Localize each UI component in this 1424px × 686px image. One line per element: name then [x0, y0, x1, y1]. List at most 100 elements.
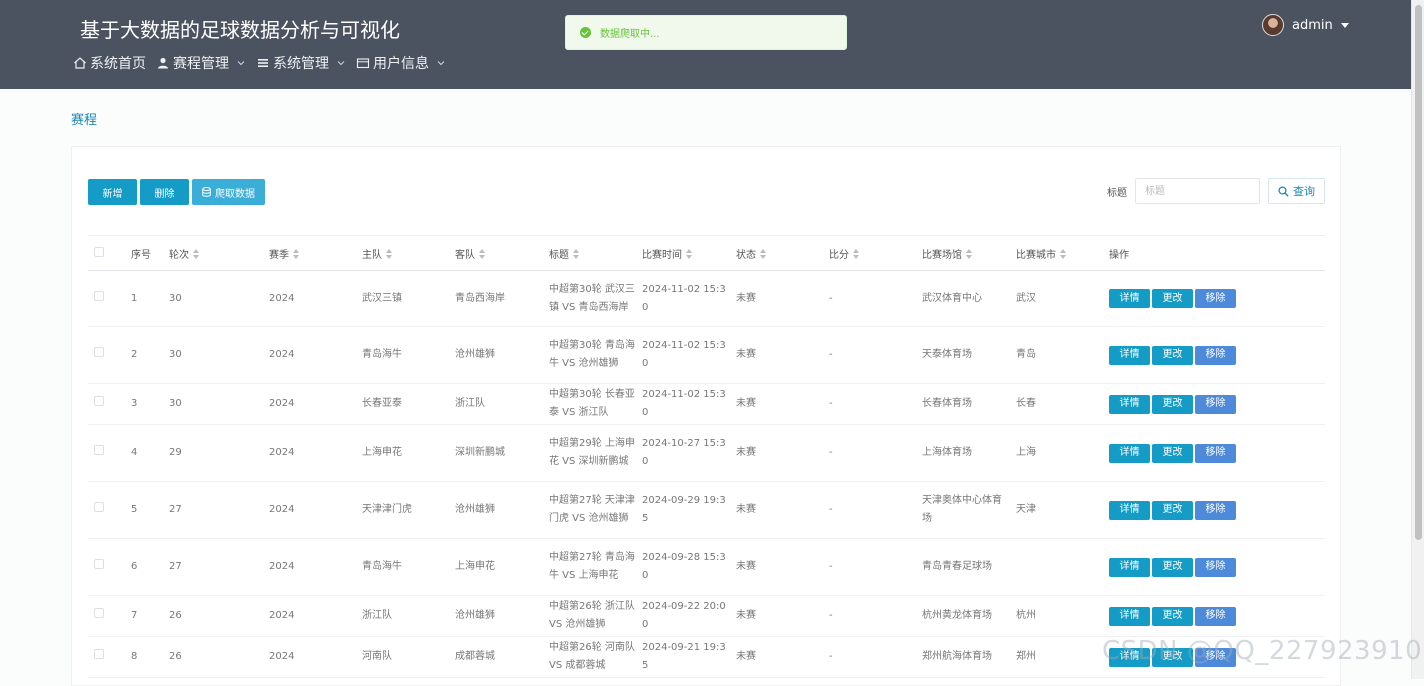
col-header-season[interactable]: 赛季 [269, 236, 362, 271]
nav-home-label: 系统首页 [90, 56, 146, 72]
col-header-time[interactable]: 比赛时间 [642, 236, 736, 271]
sort-icon[interactable] [966, 248, 973, 259]
cell-venue: 青岛青春足球场 [922, 538, 1016, 596]
table-row[interactable]: 2 30 2024 青岛海牛 沧州雄狮 中超第30轮 青岛海牛 VS 沧州雄狮 2024-1… [88, 326, 1325, 384]
cell-title: 中超第27轮 天津津门虎 VS 沧州雄狮 [549, 481, 642, 539]
remove-button[interactable]: 移除 [1195, 289, 1236, 308]
chevron-down-icon [237, 61, 245, 66]
table-row[interactable]: 4 29 2024 上海申花 深圳新鹏城 中超第29轮 上海申花 VS 深圳新鹏城 2024… [88, 424, 1325, 482]
col-header-venue[interactable]: 比赛场馆 [922, 236, 1016, 271]
select-all-checkbox[interactable] [94, 246, 104, 257]
edit-button[interactable]: 更改 [1152, 345, 1193, 365]
col-header-score[interactable]: 比分 [829, 236, 922, 271]
delete-button[interactable]: 删除 [140, 179, 189, 205]
success-check-icon [580, 27, 591, 38]
row-checkbox[interactable] [94, 290, 104, 301]
edit-button[interactable]: 更改 [1152, 606, 1193, 626]
col-header-city[interactable]: 比赛城市 [1016, 236, 1109, 271]
table-row[interactable]: 5 27 2024 天津津门虎 沧州雄狮 中超第27轮 天津津门虎 VS 沧州雄狮 2024… [88, 481, 1325, 539]
cell-status: 未赛 [736, 383, 829, 425]
remove-button[interactable]: 移除 [1195, 394, 1236, 414]
crawl-data-button[interactable]: 爬取数据 [192, 179, 265, 205]
sort-icon[interactable] [386, 248, 393, 259]
sort-icon[interactable] [760, 248, 767, 259]
edit-button[interactable]: 更改 [1152, 394, 1193, 414]
schedule-table: 序号 轮次 赛季 主队 客队 标题 比赛时间 状态 比分 比赛场馆 比赛城市 操… [88, 235, 1325, 678]
detail-button[interactable]: 详情 [1109, 443, 1150, 463]
row-checkbox[interactable] [94, 608, 104, 618]
row-checkbox[interactable] [94, 347, 104, 357]
sort-icon[interactable] [293, 248, 300, 259]
cell-title: 中超第26轮 河南队 VS 成都蓉城 [549, 636, 642, 678]
edit-button[interactable]: 更改 [1152, 500, 1193, 520]
title-search-input[interactable] [1135, 178, 1260, 204]
sort-icon[interactable] [1060, 248, 1067, 259]
detail-button[interactable]: 详情 [1109, 345, 1150, 365]
cell-no: 6 [131, 538, 169, 596]
detail-button[interactable]: 详情 [1109, 500, 1150, 520]
remove-button[interactable]: 移除 [1195, 443, 1236, 463]
user-menu[interactable]: admin [1262, 14, 1349, 36]
nav-schedule[interactable]: 赛程管理 [156, 53, 246, 73]
remove-button[interactable]: 移除 [1195, 345, 1236, 365]
nav-userinfo[interactable]: 用户信息 [356, 53, 446, 73]
detail-button[interactable]: 详情 [1109, 289, 1150, 308]
watermark: CSDN @QQ_2279239102 [1102, 636, 1424, 666]
cell-actions: 详情 更改 移除 [1109, 481, 1325, 539]
edit-button[interactable]: 更改 [1152, 443, 1193, 463]
cell-venue: 武汉体育中心 [922, 270, 1016, 327]
page-scrollbar[interactable] [1411, 0, 1424, 679]
search-button[interactable]: 查询 [1268, 178, 1325, 204]
cell-time: 2024-09-21 19:35 [642, 636, 736, 678]
breadcrumb[interactable]: 赛程 [71, 109, 97, 128]
add-button[interactable]: 新增 [88, 179, 137, 205]
table-row[interactable]: 7 26 2024 浙江队 沧州雄狮 中超第26轮 浙江队 VS 沧州雄狮 2024-09-… [88, 595, 1325, 637]
sort-icon[interactable] [479, 248, 486, 259]
sort-icon[interactable] [193, 248, 200, 259]
detail-button[interactable]: 详情 [1109, 557, 1150, 577]
row-select-cell [88, 424, 131, 482]
detail-button[interactable]: 详情 [1109, 606, 1150, 626]
col-header-status[interactable]: 状态 [736, 236, 829, 271]
table-row[interactable]: 3 30 2024 长春亚泰 浙江队 中超第30轮 长春亚泰 VS 浙江队 2024-11-… [88, 383, 1325, 425]
remove-button[interactable]: 移除 [1195, 557, 1236, 577]
row-checkbox[interactable] [94, 649, 104, 659]
remove-button[interactable]: 移除 [1195, 606, 1236, 626]
edit-button[interactable]: 更改 [1152, 557, 1193, 577]
col-header-home[interactable]: 主队 [362, 236, 455, 271]
nav-userinfo-label: 用户信息 [373, 56, 429, 72]
row-checkbox[interactable] [94, 502, 104, 512]
cell-score: - [829, 383, 922, 425]
cell-time: 2024-11-02 15:30 [642, 270, 736, 327]
sort-icon[interactable] [853, 248, 860, 259]
cell-time: 2024-09-29 19:35 [642, 481, 736, 539]
detail-button[interactable]: 详情 [1109, 394, 1150, 414]
row-checkbox[interactable] [94, 559, 104, 569]
row-checkbox[interactable] [94, 445, 104, 455]
cell-status: 未赛 [736, 326, 829, 384]
row-checkbox[interactable] [94, 396, 104, 406]
list-icon [258, 59, 268, 67]
table-row[interactable]: 1 30 2024 武汉三镇 青岛西海岸 中超第30轮 武汉三镇 VS 青岛西海岸 2024… [88, 270, 1325, 327]
col-header-away[interactable]: 客队 [455, 236, 549, 271]
cell-away: 青岛西海岸 [455, 270, 549, 327]
cell-no: 8 [131, 636, 169, 678]
nav-system-label: 系统管理 [273, 56, 329, 72]
col-header-title[interactable]: 标题 [549, 236, 642, 271]
remove-button[interactable]: 移除 [1195, 500, 1236, 520]
cell-score: - [829, 595, 922, 637]
edit-button[interactable]: 更改 [1152, 289, 1193, 308]
cell-status: 未赛 [736, 636, 829, 678]
col-header-actions: 操作 [1109, 249, 1129, 261]
cell-title: 中超第30轮 青岛海牛 VS 沧州雄狮 [549, 326, 642, 384]
cell-score: - [829, 636, 922, 678]
sort-icon[interactable] [686, 248, 693, 259]
sort-icon[interactable] [573, 248, 580, 259]
scrollbar-thumb[interactable] [1415, 5, 1422, 540]
col-header-round[interactable]: 轮次 [169, 236, 269, 271]
nav-home[interactable]: 系统首页 [73, 53, 146, 73]
cell-round: 29 [169, 424, 269, 482]
nav-system[interactable]: 系统管理 [256, 53, 346, 73]
toast-message: 数据爬取中... [600, 29, 660, 40]
table-row[interactable]: 6 27 2024 青岛海牛 上海申花 中超第27轮 青岛海牛 VS 上海申花 2024-0… [88, 538, 1325, 596]
